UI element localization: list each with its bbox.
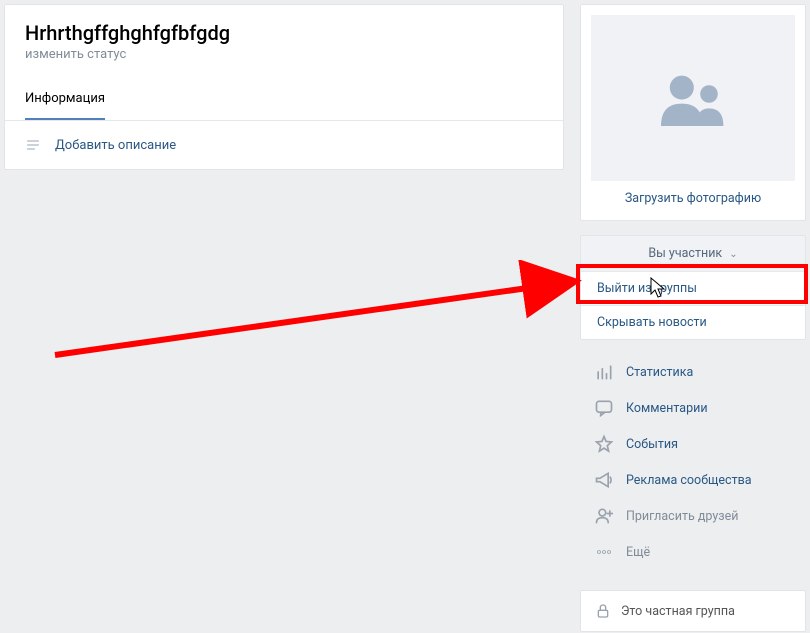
megaphone-icon (594, 470, 614, 490)
menu-events-label: События (626, 437, 678, 452)
menu-comments[interactable]: Комментарии (580, 390, 806, 426)
photo-card: Загрузить фотографию (580, 4, 806, 221)
membership-card: Вы участник ⌄ Выйти из группы Скрывать н… (580, 235, 806, 340)
member-button-label: Вы участник (648, 246, 722, 261)
menu-stats[interactable]: Статистика (580, 354, 806, 390)
change-status-link[interactable]: изменить статус (25, 47, 126, 62)
dots-icon (594, 542, 614, 562)
tab-information[interactable]: Информация (25, 77, 105, 120)
add-user-icon (594, 506, 614, 526)
side-menu: Статистика Комментарии События Реклама с… (580, 348, 806, 576)
annotation-arrow (50, 260, 590, 360)
dropdown-leave-group[interactable]: Выйти из группы (581, 272, 805, 305)
tabs: Информация (25, 76, 543, 120)
star-icon (594, 434, 614, 454)
menu-ads-label: Реклама сообщества (626, 473, 752, 488)
menu-stats-label: Статистика (626, 365, 693, 380)
chevron-down-icon: ⌄ (729, 249, 737, 260)
menu-more[interactable]: Ещё (580, 534, 806, 570)
upload-photo-link[interactable]: Загрузить фотографию (625, 191, 761, 206)
dropdown-hide-news[interactable]: Скрывать новости (581, 305, 805, 339)
menu-ads[interactable]: Реклама сообщества (580, 462, 806, 498)
member-button[interactable]: Вы участник ⌄ (581, 236, 805, 272)
stats-icon (594, 362, 614, 382)
people-icon (653, 68, 733, 128)
private-group-card: Это частная группа (580, 590, 806, 632)
private-group-label: Это частная группа (621, 604, 735, 619)
group-title: Hrhrthgffghghfgfbfgdg (25, 21, 543, 45)
menu-invite-label: Пригласить друзей (626, 509, 738, 524)
text-icon (25, 137, 41, 153)
comment-icon (594, 398, 614, 418)
menu-events[interactable]: События (580, 426, 806, 462)
menu-invite[interactable]: Пригласить друзей (580, 498, 806, 534)
menu-comments-label: Комментарии (626, 401, 708, 416)
group-header-card: Hrhrthgffghghfgfbfgdg изменить статус Ин… (4, 4, 564, 121)
lock-icon (595, 603, 611, 619)
add-description-link[interactable]: Добавить описание (55, 138, 176, 153)
group-avatar-placeholder (591, 15, 795, 181)
add-description-row[interactable]: Добавить описание (4, 120, 564, 170)
menu-more-label: Ещё (626, 545, 650, 560)
